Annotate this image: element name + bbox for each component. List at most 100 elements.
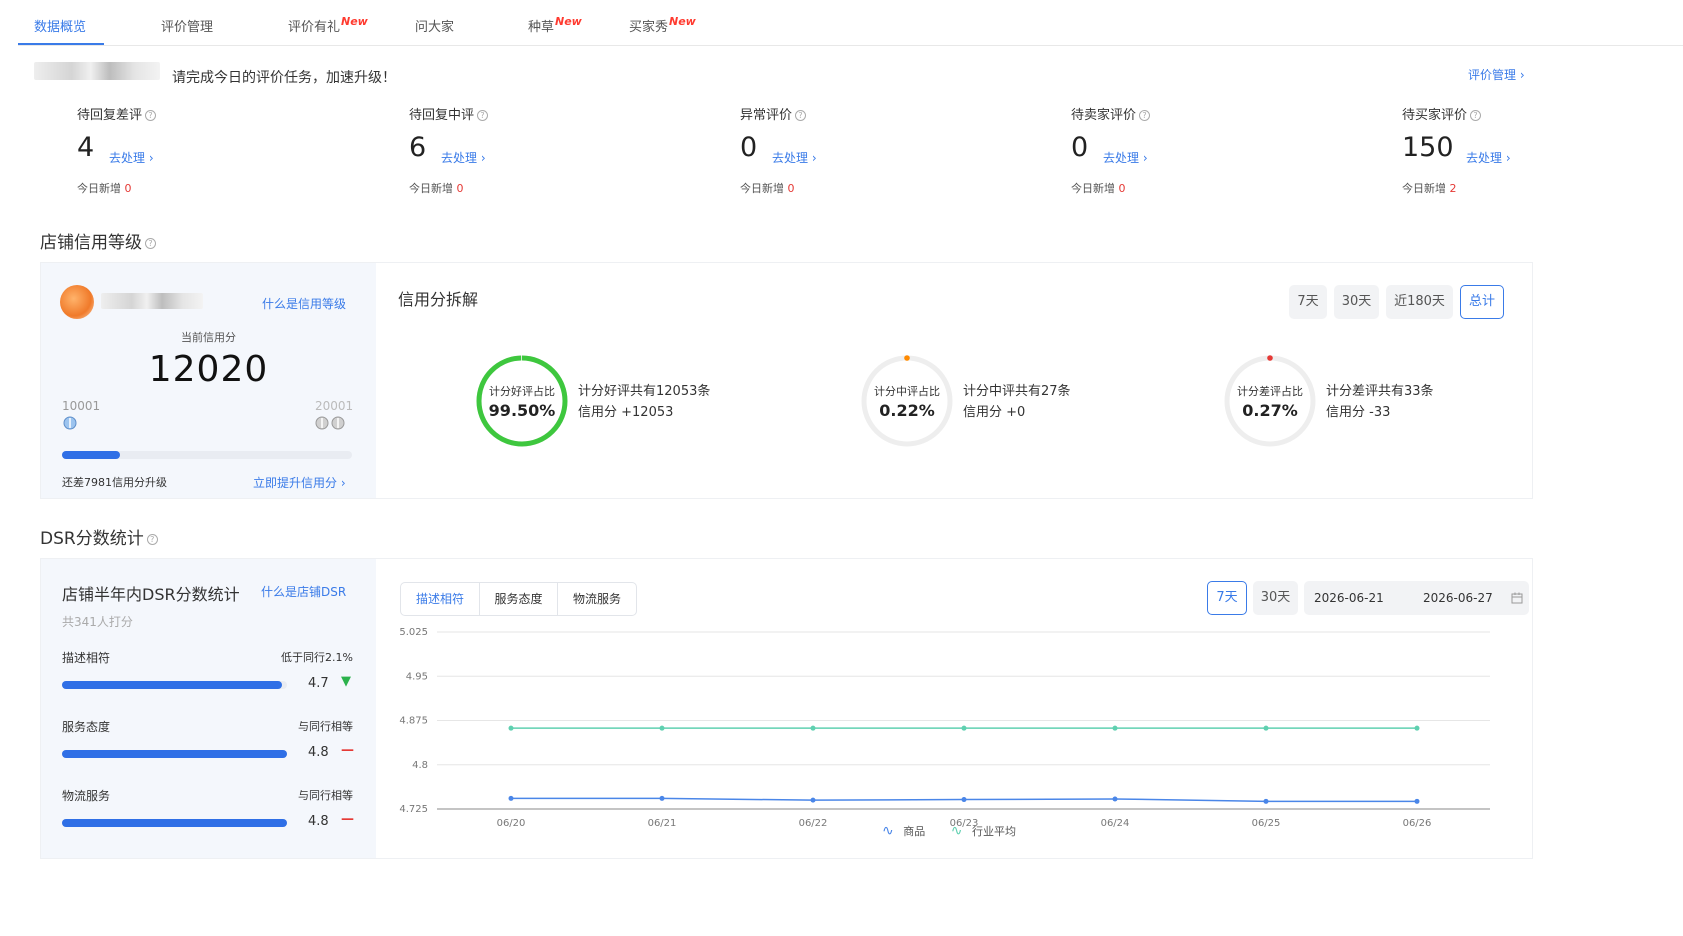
review-manage-link[interactable]: 评价管理 › [1468, 66, 1525, 83]
breakdown-title: 信用分拆解 [398, 290, 479, 309]
data-point [1112, 796, 1118, 802]
help-icon[interactable]: ? [1139, 110, 1151, 121]
dsr-tab-description[interactable]: 描述相符 [400, 582, 480, 616]
dsr-summary-card: 店铺半年内DSR分数统计 什么是店铺DSR 共341人打分 描述相符 低于同行2… [41, 559, 376, 858]
data-point [659, 725, 665, 731]
tab-review-manage[interactable]: 评价管理 [161, 16, 213, 35]
credit-score-label: 当前信用分 [181, 331, 236, 344]
legend-product-icon: ∿ [882, 823, 894, 839]
what-is-credit-link[interactable]: 什么是信用等级 [262, 295, 346, 312]
dsr-panel-title: 店铺半年内DSR分数统计 [62, 585, 240, 604]
dsr-tab-logistics[interactable]: 物流服务 [557, 582, 637, 616]
data-point [810, 797, 816, 803]
ring-arc [1267, 355, 1273, 361]
stat-action-link[interactable]: 去处理 › [772, 149, 817, 166]
what-is-dsr-link[interactable]: 什么是店铺DSR [261, 583, 346, 600]
period-7d[interactable]: 7天 [1289, 285, 1327, 319]
help-icon[interactable]: ? [145, 110, 157, 121]
dsr-period-30d[interactable]: 30天 [1253, 581, 1298, 615]
dsr-item-compare: 低于同行2.1% [281, 651, 353, 664]
help-icon[interactable]: ? [477, 110, 489, 121]
x-tick-label: 06/26 [1403, 818, 1432, 829]
dsr-item-score: 4.7 [308, 676, 329, 691]
date-range-picker[interactable]: 2026-06-21 2026-06-27 [1304, 581, 1529, 615]
y-tick-label: 4.95 [406, 671, 428, 682]
new-badge: New [555, 15, 582, 28]
range-min: 10001 [62, 399, 101, 413]
legend-product-label: 商品 [903, 825, 926, 838]
help-icon[interactable]: ? [146, 533, 158, 545]
ring-arc [904, 355, 910, 361]
ring-value: 0.27% [1242, 401, 1298, 420]
date-end: 2026-06-27 [1423, 591, 1493, 605]
ring-desc-count: 计分差评共有33条 [1326, 384, 1434, 399]
stat-value: 150 [1402, 132, 1454, 163]
stat-value: 4 [77, 132, 95, 163]
stat-action-link[interactable]: 去处理 › [109, 149, 154, 166]
dsr-item-label: 服务态度 [62, 720, 111, 734]
credit-summary-card: 什么是信用等级 当前信用分 12020 10001 20001 还差7981信用… [41, 263, 376, 498]
period-180d[interactable]: 近180天 [1386, 285, 1453, 319]
dsr-bar-fill [62, 750, 287, 758]
avatar [60, 285, 94, 319]
stat-action-link[interactable]: 去处理 › [1466, 149, 1511, 166]
x-tick-label: 06/20 [497, 818, 526, 829]
legend-industry-icon: ∿ [950, 823, 963, 839]
y-tick-label: 4.875 [399, 716, 428, 727]
task-notice: 请完成今日的评价任务，加速升级！ [172, 70, 396, 86]
tab-bar: 数据概览 评价管理 评价有礼New 问大家 种草New 买家秀New [18, 0, 1683, 46]
dsr-bar-fill [62, 681, 282, 689]
dsr-tab-service[interactable]: 服务态度 [479, 582, 558, 616]
period-total[interactable]: 总计 [1460, 285, 1504, 319]
ring-desc-score: 信用分 +12053 [578, 405, 674, 420]
x-tick-label: 06/24 [1101, 818, 1130, 829]
blurred-shop-name [34, 62, 160, 80]
data-point [961, 725, 967, 731]
data-point [961, 797, 967, 803]
ring-desc-count: 计分中评共有27条 [963, 384, 1071, 399]
stat-today: 今日新增 0 [409, 182, 464, 195]
remaining-text: 还差7981信用分升级 [62, 476, 167, 489]
tab-data-overview[interactable]: 数据概览 [34, 16, 86, 35]
dsr-item-compare: 与同行相等 [298, 720, 353, 733]
stat-label: 待回复中评? [409, 104, 489, 123]
x-tick-label: 06/21 [648, 818, 677, 829]
calendar-icon [1511, 592, 1523, 604]
data-point [810, 725, 816, 731]
new-badge: New [341, 15, 368, 28]
stat-value: 6 [409, 132, 427, 163]
ring-label: 计分差评占比 [1237, 385, 1303, 398]
new-badge: New [669, 15, 696, 28]
ring-label: 计分中评占比 [874, 385, 940, 398]
tab-review-gift[interactable]: 评价有礼New [288, 15, 368, 35]
boost-credit-link[interactable]: 立即提升信用分 › [253, 474, 346, 491]
stat-action-link[interactable]: 去处理 › [1103, 149, 1148, 166]
tab-buyer-show[interactable]: 买家秀New [629, 15, 696, 35]
active-tab-indicator [18, 43, 104, 45]
period-30d[interactable]: 30天 [1334, 285, 1379, 319]
dsr-trend-icon: ▼ [341, 674, 351, 689]
help-icon[interactable]: ? [145, 237, 156, 249]
tab-ask-everyone[interactable]: 问大家 [415, 16, 454, 35]
dsr-bar-fill [62, 819, 287, 827]
y-tick-label: 4.8 [412, 760, 428, 771]
dsr-trend-icon: — [341, 812, 354, 827]
help-icon[interactable]: ? [795, 110, 807, 121]
stat-label: 待卖家评价? [1071, 104, 1151, 123]
dsr-period-7d[interactable]: 7天 [1207, 581, 1247, 615]
dsr-line-chart: 5.025 4.95 4.875 4.8 4.725 06/20 06/21 06/22 06/… [399, 627, 1490, 829]
stat-value: 0 [1071, 132, 1089, 163]
stat-today: 今日新增 2 [1402, 182, 1457, 195]
dsr-item-score: 4.8 [308, 745, 329, 760]
stat-today: 今日新增 0 [77, 182, 132, 195]
data-point [1112, 725, 1118, 731]
stat-label: 待回复差评? [77, 104, 157, 123]
ring-value: 99.50% [488, 401, 556, 420]
dsr-item-label: 描述相符 [62, 651, 111, 665]
dsr-trend-icon: — [341, 743, 354, 758]
diamond-level-icon [63, 416, 77, 430]
data-point [1414, 798, 1420, 804]
tab-seeding[interactable]: 种草New [528, 15, 582, 35]
stat-action-link[interactable]: 去处理 › [441, 149, 486, 166]
help-icon[interactable]: ? [1470, 110, 1482, 121]
